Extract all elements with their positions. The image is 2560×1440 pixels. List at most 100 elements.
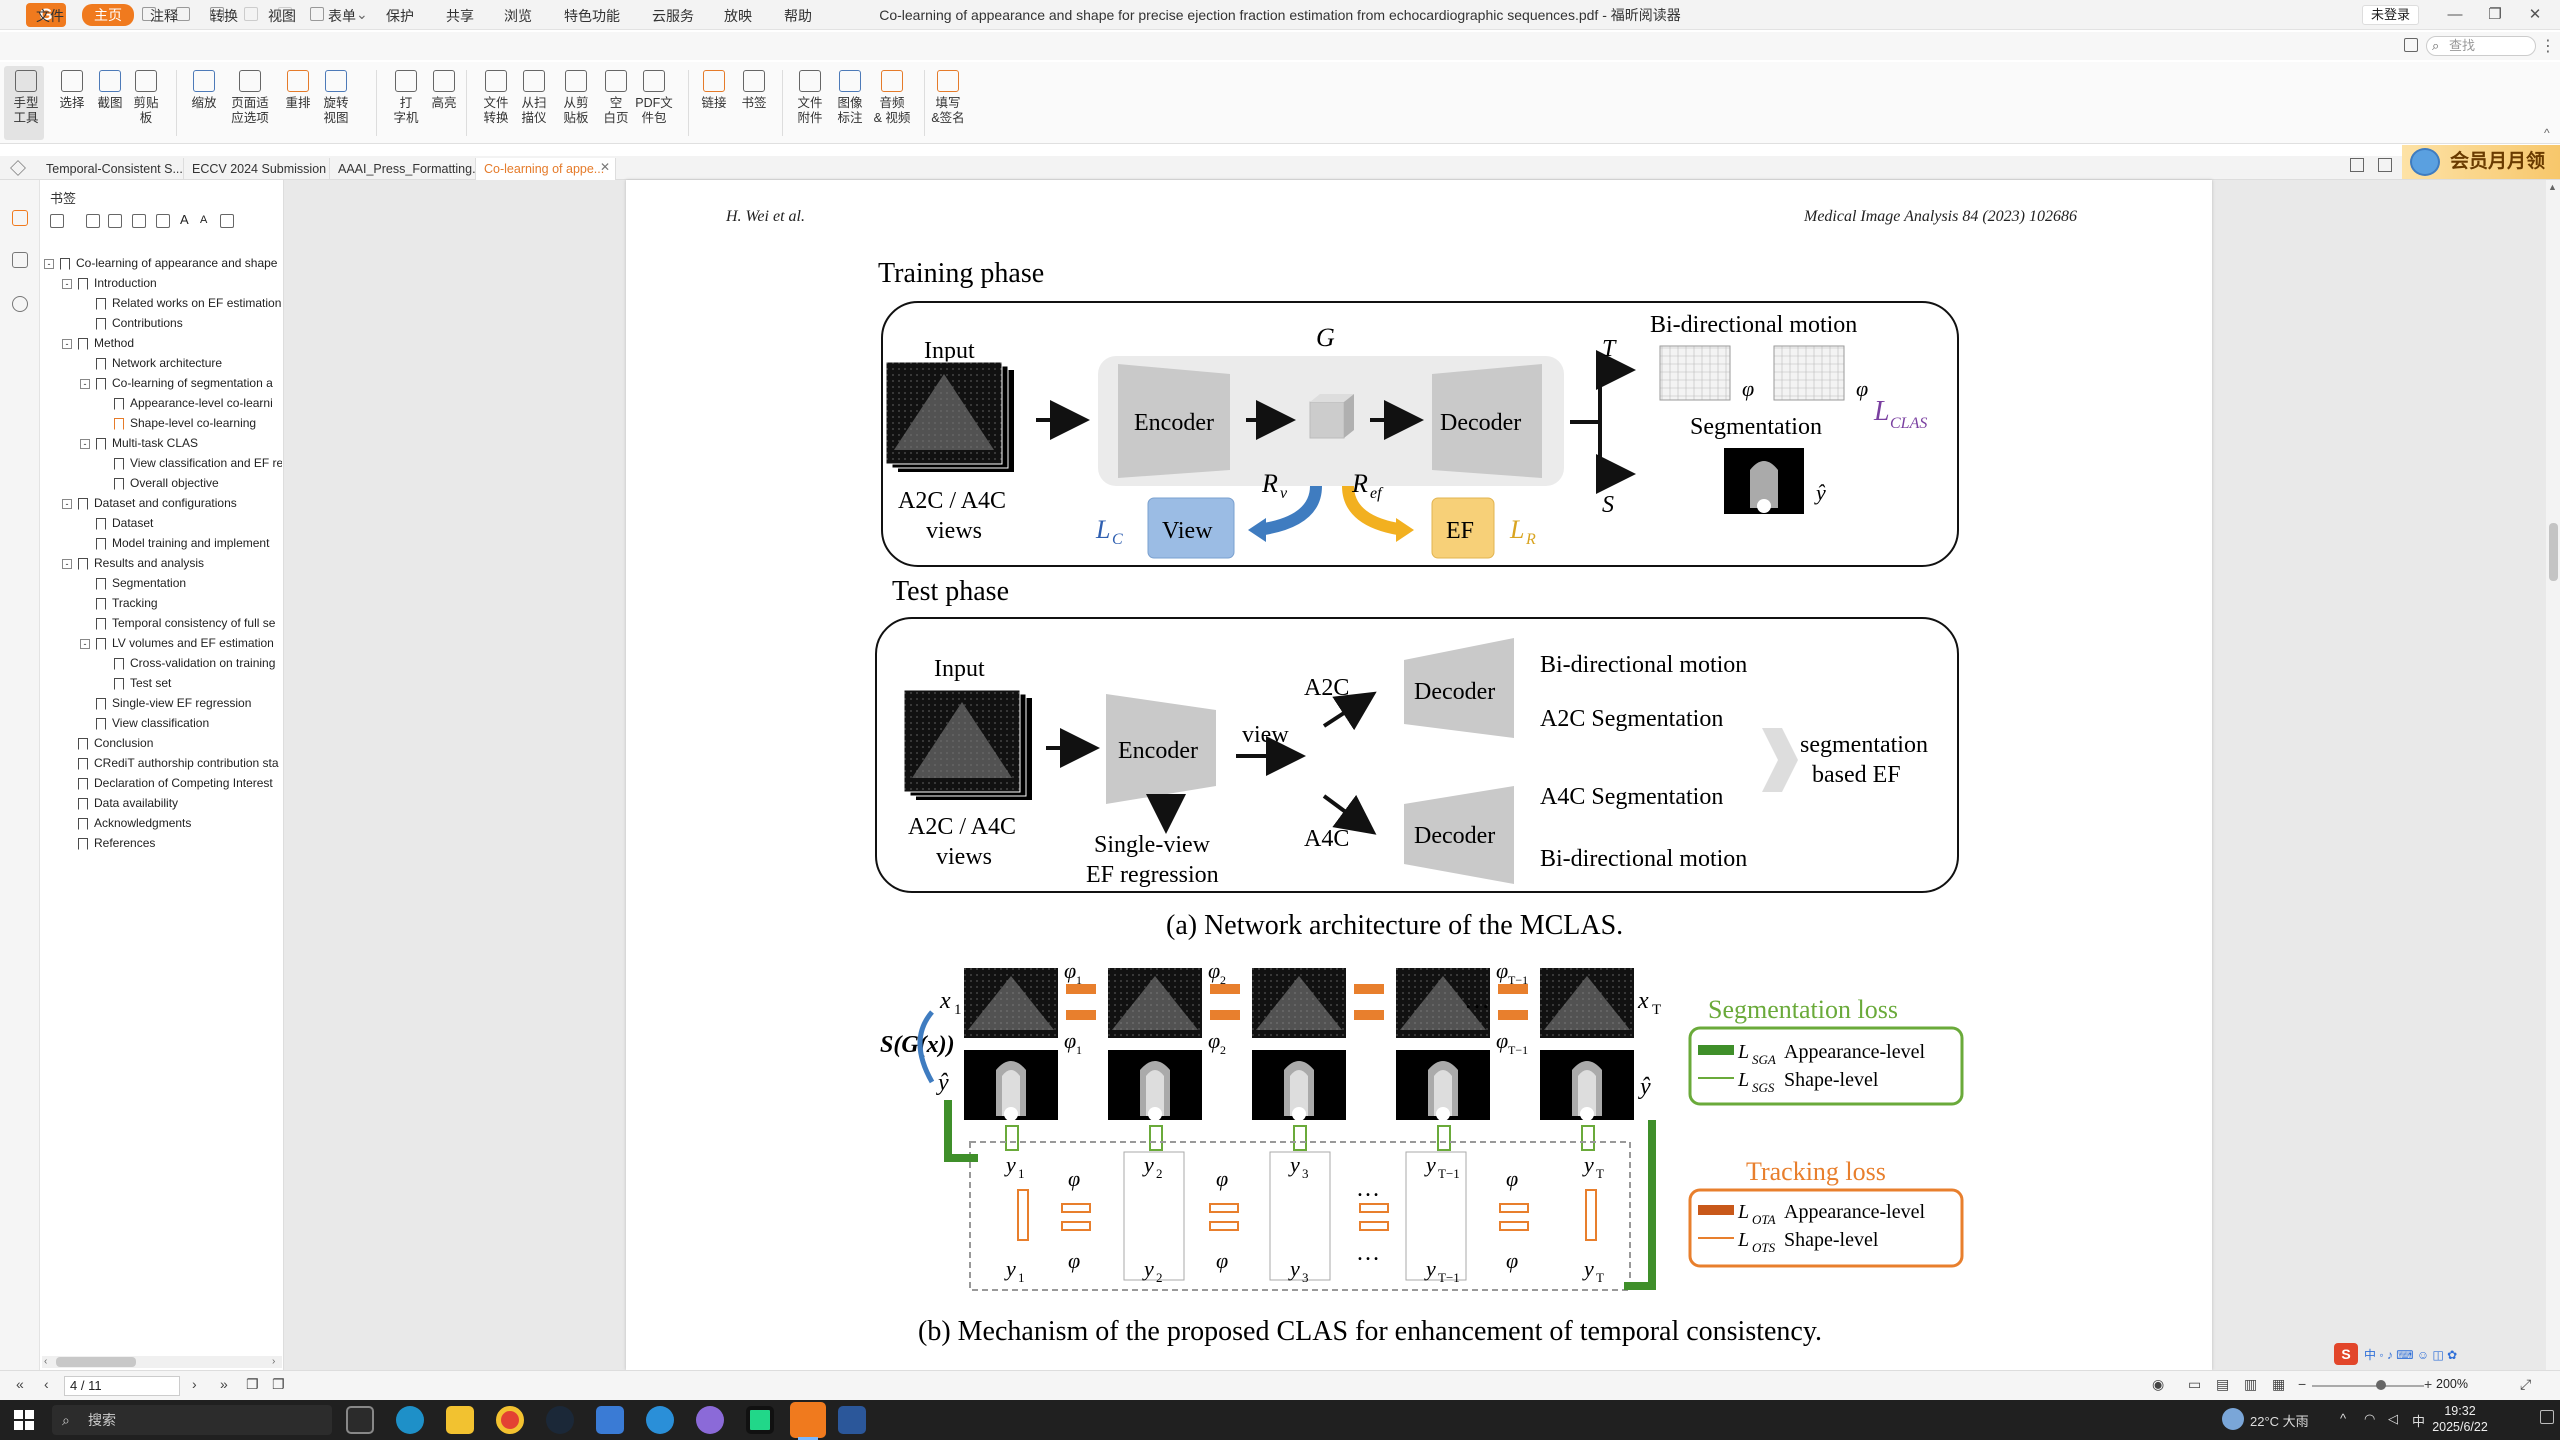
ribbon-btn-2[interactable]: 截图 bbox=[90, 70, 130, 111]
bookmark-search-icon[interactable] bbox=[220, 214, 234, 228]
ribbon-btn-8[interactable]: 打字机 bbox=[386, 70, 426, 126]
vertical-scroll-thumb[interactable] bbox=[2549, 523, 2558, 581]
zoom-in-icon[interactable]: + bbox=[2424, 1376, 2432, 1392]
menu-home[interactable]: 主页 bbox=[82, 4, 134, 26]
scroll-left-icon[interactable]: ‹ bbox=[44, 1356, 47, 1367]
more-icon[interactable]: ⋮ bbox=[2540, 36, 2556, 56]
ribbon-btn-12[interactable]: 从剪 贴板 bbox=[556, 70, 596, 126]
expand-toggle-icon[interactable]: - bbox=[62, 338, 72, 349]
ime-toolbar[interactable]: 中 ◦ ♪ ⌨ ☺ ◫ ✿ bbox=[2364, 1346, 2457, 1363]
bookmark-item[interactable]: - Dataset and configurations bbox=[62, 494, 282, 512]
ribbon-btn-3[interactable]: 剪贴板 bbox=[126, 70, 166, 126]
tab-temporal-consistent[interactable]: Temporal-Consistent S... bbox=[38, 158, 184, 180]
print-icon[interactable] bbox=[176, 7, 190, 21]
bookmark-item[interactable]: Related works on EF estimation bbox=[80, 294, 282, 312]
bookmark-item[interactable]: Dataset bbox=[80, 514, 282, 532]
ribbon-btn-4[interactable]: 缩放 bbox=[184, 70, 224, 111]
steam-icon[interactable] bbox=[546, 1406, 574, 1434]
paste-page-icon[interactable]: ❐ bbox=[272, 1376, 285, 1393]
bookmark-add-icon[interactable] bbox=[108, 214, 122, 228]
bookmark-item[interactable]: References bbox=[62, 834, 282, 852]
app-purple-icon[interactable] bbox=[696, 1406, 724, 1434]
ribbon-btn-14[interactable]: PDF文 件包 bbox=[634, 70, 674, 126]
taskbar-search[interactable]: 搜索 bbox=[52, 1405, 332, 1435]
bookmark-item[interactable]: - Introduction bbox=[62, 274, 282, 292]
grid-view-icon[interactable] bbox=[2350, 158, 2364, 172]
bookmark-item[interactable]: Cross-validation on training bbox=[98, 654, 282, 672]
login-button[interactable]: 未登录 bbox=[2362, 5, 2420, 25]
taskbar-clock[interactable]: 19:32 2025/6/22 bbox=[2430, 1403, 2490, 1435]
collapse-ribbon-icon[interactable]: ^ bbox=[2544, 126, 2550, 140]
ribbon-btn-6[interactable]: 重排 bbox=[278, 70, 318, 111]
bookmark-item[interactable]: Tracking bbox=[80, 594, 282, 612]
windows-start-icon[interactable] bbox=[14, 1410, 34, 1430]
zoom-out-icon[interactable]: − bbox=[2298, 1376, 2306, 1392]
menu-view[interactable]: 视图 bbox=[268, 6, 296, 26]
scroll-right-icon[interactable]: › bbox=[272, 1356, 275, 1367]
expand-toggle-icon[interactable]: - bbox=[62, 558, 72, 569]
minimize-icon[interactable]: — bbox=[2440, 5, 2470, 25]
fullscreen-icon[interactable]: ⤢ bbox=[2520, 1376, 2531, 1393]
menu-annotate[interactable]: 注释 bbox=[150, 6, 178, 26]
bookmark-delete-icon[interactable] bbox=[86, 214, 100, 228]
two-page-continuous-icon[interactable]: ▦ bbox=[2272, 1376, 2285, 1393]
bookmark-item[interactable]: - Co-learning of appearance and shape bbox=[44, 254, 282, 272]
comment-panel-icon[interactable] bbox=[12, 296, 28, 312]
ribbon-btn-11[interactable]: 从扫 描仪 bbox=[514, 70, 554, 126]
last-page-icon[interactable]: » bbox=[220, 1376, 228, 1392]
page-number-input[interactable]: 4 / 11 bbox=[64, 1376, 180, 1396]
bookmark-expand-icon[interactable] bbox=[156, 214, 170, 228]
notification-icon[interactable] bbox=[2540, 1410, 2554, 1424]
ribbon-btn-15[interactable]: 链接 bbox=[694, 70, 734, 111]
tab-aaai-formatting[interactable]: AAAI_Press_Formatting... bbox=[330, 158, 476, 180]
menu-share[interactable]: 共享 bbox=[446, 6, 474, 26]
volume-icon[interactable]: ◁ bbox=[2388, 1411, 2398, 1427]
file-explorer-icon[interactable] bbox=[446, 1406, 474, 1434]
ribbon-btn-19[interactable]: 音频 & 视频 bbox=[872, 70, 912, 126]
weather-text[interactable]: 22°C 大雨 bbox=[2250, 1411, 2309, 1430]
copy-page-icon[interactable]: ❐ bbox=[246, 1376, 259, 1393]
bookmark-item[interactable]: Acknowledgments bbox=[62, 814, 282, 832]
menu-cloud[interactable]: 云服务 bbox=[652, 6, 694, 26]
app-wave-icon[interactable] bbox=[646, 1406, 674, 1434]
bookmark-item[interactable]: Contributions bbox=[80, 314, 282, 332]
bookmark-item[interactable]: - Multi-task CLAS bbox=[80, 434, 282, 452]
bookmark-item[interactable]: - Results and analysis bbox=[62, 554, 282, 572]
bookmark-panel-icon[interactable] bbox=[12, 210, 28, 226]
word-icon[interactable] bbox=[838, 1406, 866, 1434]
zoom-slider-thumb[interactable] bbox=[2376, 1380, 2386, 1390]
bookmark-item[interactable]: Model training and implement bbox=[80, 534, 282, 552]
app-blue-icon[interactable] bbox=[596, 1406, 624, 1434]
ime-indicator[interactable]: 中 bbox=[2412, 1411, 2425, 1430]
network-icon[interactable]: ◠ bbox=[2364, 1411, 2375, 1427]
ribbon-btn-16[interactable]: 书签 bbox=[734, 70, 774, 111]
bookmark-item[interactable]: Test set bbox=[98, 674, 282, 692]
bookmark-item[interactable]: Overall objective bbox=[98, 474, 282, 492]
list-view-icon[interactable] bbox=[2378, 158, 2392, 172]
bookmark-add-child-icon[interactable] bbox=[132, 214, 146, 228]
expand-toggle-icon[interactable]: - bbox=[62, 278, 72, 289]
menu-help[interactable]: 帮助 bbox=[784, 6, 812, 26]
close-icon[interactable]: ✕ bbox=[2520, 5, 2550, 25]
menu-browse[interactable]: 浏览 bbox=[504, 6, 532, 26]
show-hidden-icons[interactable]: ^ bbox=[2340, 1411, 2346, 1426]
tab-co-learning-active[interactable]: Co-learning of appe... bbox=[476, 158, 616, 180]
menu-convert[interactable]: 转换 bbox=[210, 6, 238, 26]
bookmark-item[interactable]: View classification bbox=[80, 714, 282, 732]
expand-toggle-icon[interactable]: - bbox=[80, 638, 90, 649]
bookmark-item[interactable]: Shape-level co-learning bbox=[98, 414, 282, 432]
bookmark-item[interactable]: Network architecture bbox=[80, 354, 282, 372]
bookmark-item[interactable]: - Co-learning of segmentation a bbox=[80, 374, 282, 392]
bookmark-item[interactable]: Data availability bbox=[62, 794, 282, 812]
tab-close-icon[interactable]: ✕ bbox=[600, 160, 610, 174]
menu-form[interactable]: 表单 bbox=[328, 6, 356, 26]
single-page-icon[interactable]: ▭ bbox=[2188, 1376, 2201, 1393]
bookmark-item[interactable]: - LV volumes and EF estimation bbox=[80, 634, 282, 652]
font-larger-icon[interactable]: A bbox=[180, 213, 194, 228]
bookmark-item[interactable]: View classification and EF re bbox=[98, 454, 282, 472]
menu-features[interactable]: 特色功能 bbox=[564, 6, 620, 26]
search-input[interactable]: 查找 bbox=[2426, 36, 2536, 56]
layout-icon[interactable] bbox=[2404, 38, 2418, 52]
menu-file[interactable]: 文件 bbox=[36, 6, 64, 26]
expand-toggle-icon[interactable]: - bbox=[80, 438, 90, 449]
